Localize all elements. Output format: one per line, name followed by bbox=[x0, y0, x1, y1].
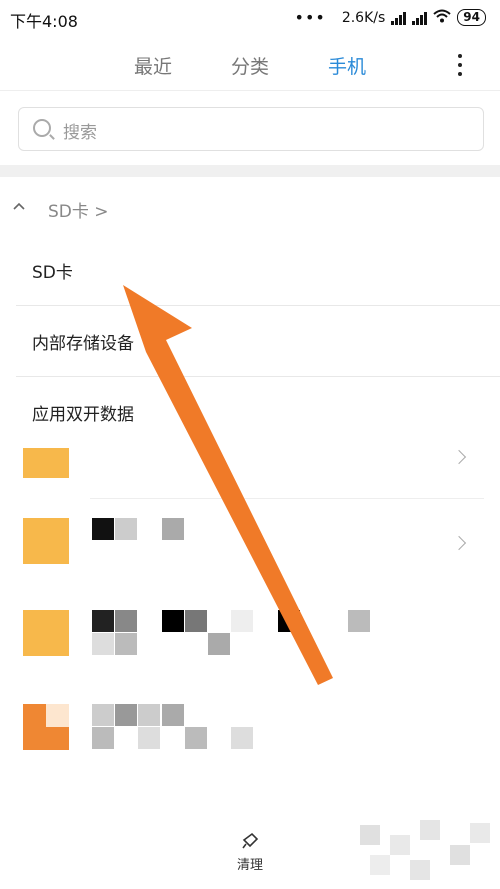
network-speed: 2.6K/s bbox=[341, 9, 386, 26]
signal-icon bbox=[391, 11, 407, 25]
signal-icon-2 bbox=[412, 11, 428, 25]
folder-icon bbox=[23, 448, 69, 478]
folder-icon bbox=[23, 610, 69, 656]
clean-label: 清理 bbox=[236, 858, 263, 873]
status-bar: 下午4:08 ••• 2.6K/s 94 bbox=[0, 0, 500, 36]
tab-recent[interactable]: 最近 bbox=[134, 52, 172, 79]
tab-category[interactable]: 分类 bbox=[231, 52, 269, 79]
clean-button[interactable]: 清理 bbox=[222, 832, 278, 873]
status-indicators: ••• 2.6K/s 94 bbox=[295, 8, 486, 27]
section-gap bbox=[0, 165, 500, 177]
search-icon bbox=[33, 119, 51, 137]
more-dots: ••• bbox=[294, 8, 326, 27]
chevron-right-icon bbox=[451, 535, 467, 551]
breadcrumb-path[interactable]: SD卡 > bbox=[48, 197, 109, 222]
menu-item-dual-app-data[interactable]: 应用双开数据 bbox=[16, 377, 500, 447]
list-item[interactable] bbox=[0, 590, 500, 680]
broom-icon bbox=[240, 832, 260, 850]
tab-phone[interactable]: 手机 bbox=[328, 52, 366, 79]
wifi-icon bbox=[433, 9, 451, 27]
watermark-image bbox=[360, 820, 490, 880]
chevron-right-icon bbox=[451, 449, 467, 465]
menu-item-internal-storage[interactable]: 内部存储设备 bbox=[16, 306, 500, 377]
search-placeholder: 搜索 bbox=[63, 123, 97, 143]
divider bbox=[0, 90, 500, 91]
row-divider bbox=[90, 498, 484, 499]
collapse-chevron-icon[interactable] bbox=[12, 199, 26, 215]
battery-indicator: 94 bbox=[457, 9, 486, 26]
storage-menu: SD卡 内部存储设备 应用双开数据 bbox=[16, 235, 500, 447]
breadcrumb: SD卡 > bbox=[0, 195, 500, 222]
list-item[interactable] bbox=[0, 440, 500, 500]
folder-icon bbox=[23, 518, 69, 564]
search-input[interactable]: 搜索 bbox=[18, 107, 484, 151]
list-item[interactable] bbox=[0, 680, 500, 770]
more-options-icon[interactable] bbox=[458, 54, 462, 76]
status-time: 下午4:08 bbox=[10, 12, 78, 31]
menu-item-sd-card[interactable]: SD卡 bbox=[16, 235, 500, 306]
tab-bar: 最近 分类 手机 bbox=[0, 38, 500, 88]
list-item[interactable] bbox=[0, 500, 500, 588]
